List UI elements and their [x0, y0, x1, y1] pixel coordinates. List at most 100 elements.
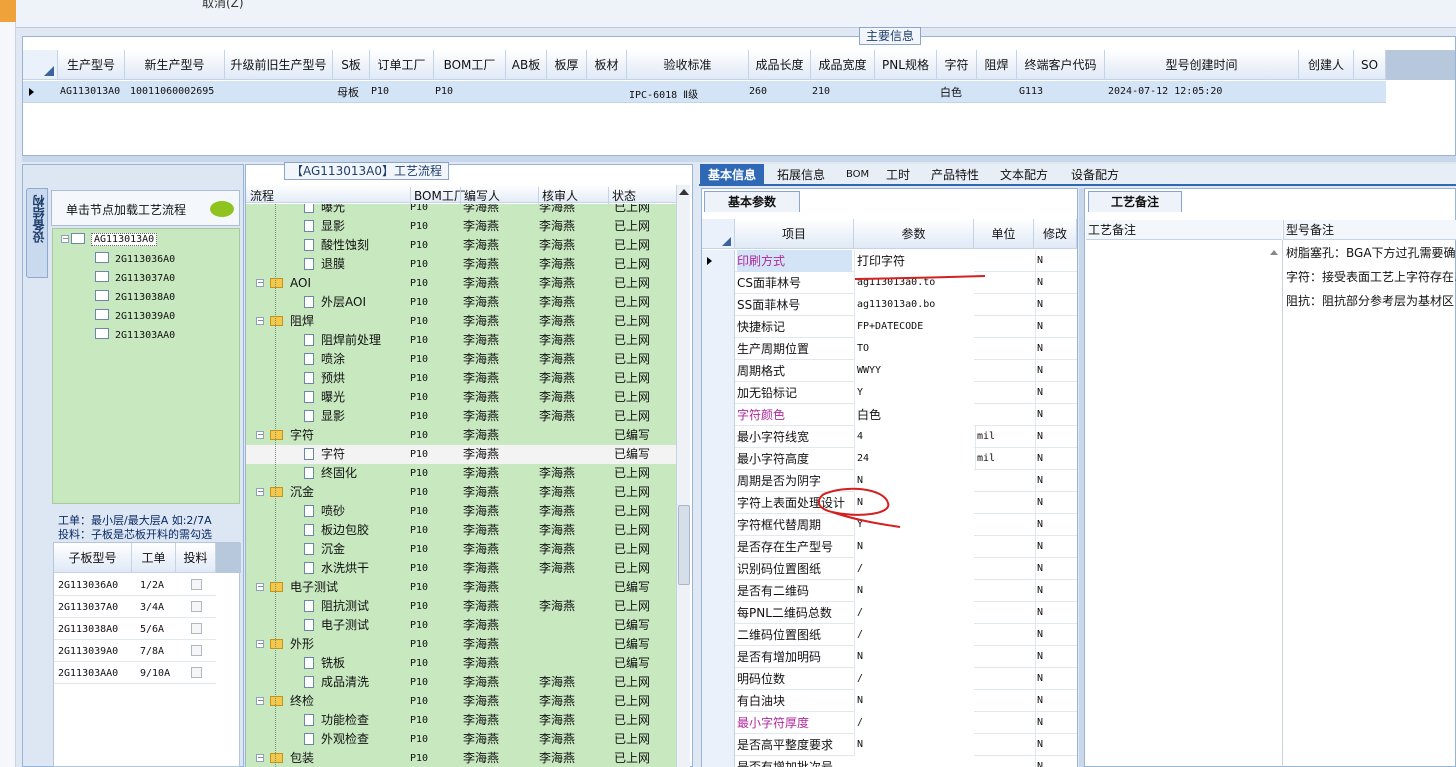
param-row[interactable]: 加无铅标记 Y N — [702, 382, 1077, 404]
param-value[interactable]: Y — [854, 382, 974, 404]
col-header[interactable]: 修改 — [1034, 219, 1077, 249]
param-row[interactable]: 有白油块 N N — [702, 690, 1077, 712]
col-header[interactable]: 项目 — [735, 219, 854, 249]
param-row[interactable]: 每PNL二维码总数 / N — [702, 602, 1077, 624]
process-row[interactable]: − 终检 P10 李海燕 李海燕 已上网 — [246, 692, 676, 711]
vertical-tab-device-structure[interactable]: 设备结构 — [26, 188, 48, 278]
table-row[interactable]: 2G113038A0 5/6A — [54, 618, 216, 640]
process-row[interactable]: 成品清洗 P10 李海燕 李海燕 已上网 — [246, 673, 676, 692]
tab-product-features[interactable]: 产品特性 — [923, 164, 987, 186]
tab-basic-info[interactable]: 基本信息 — [700, 164, 765, 186]
param-value[interactable]: 4 — [854, 426, 974, 448]
param-row[interactable]: 明码位数 / N — [702, 668, 1077, 690]
col-header[interactable]: 核审人 — [538, 187, 608, 204]
process-row[interactable]: 板边包胶 P10 李海燕 李海燕 已上网 — [246, 521, 676, 540]
param-row[interactable]: 字符颜色 白色 N — [702, 404, 1077, 426]
col-header[interactable]: 流程 — [250, 187, 274, 204]
process-row[interactable]: 阻抗测试 P10 李海燕 李海燕 已上网 — [246, 597, 676, 616]
col-header[interactable]: 新生产型号 — [125, 50, 225, 80]
col-header[interactable]: BOM工厂 — [434, 50, 506, 80]
param-row[interactable]: 快捷标记 FP+DATECODE N — [702, 316, 1077, 338]
param-value[interactable]: 白色 — [854, 404, 974, 426]
param-value[interactable]: ag113013a0.to — [854, 272, 974, 294]
param-row[interactable]: 识别码位置图纸 / N — [702, 558, 1077, 580]
col-header[interactable]: 订单工厂 — [370, 50, 434, 80]
process-row[interactable]: 外层AOI P10 李海燕 李海燕 已上网 — [246, 293, 676, 312]
tab-bom[interactable]: BOM — [838, 164, 877, 186]
collapse-icon[interactable]: − — [61, 235, 69, 243]
param-row[interactable]: 最小字符线宽 4 mil N — [702, 426, 1077, 448]
process-row[interactable]: − 外形 P10 李海燕 已编写 — [246, 635, 676, 654]
col-header[interactable]: 状态 — [608, 187, 636, 204]
param-value[interactable]: / — [854, 624, 974, 646]
param-row[interactable]: 字符框代替周期 Y N — [702, 514, 1077, 536]
feed-checkbox[interactable] — [191, 645, 202, 656]
col-header[interactable]: 工单 — [132, 543, 176, 573]
process-row[interactable]: 阻焊前处理 P10 李海燕 李海燕 已上网 — [246, 331, 676, 350]
col-header[interactable]: 编写人 — [460, 187, 538, 204]
process-row[interactable]: − 沉金 P10 李海燕 李海燕 已上网 — [246, 483, 676, 502]
param-value[interactable]: N — [854, 492, 974, 514]
col-header[interactable]: 板材 — [587, 50, 627, 80]
process-row[interactable]: − 包装 P10 李海燕 李海燕 已上网 — [246, 749, 676, 767]
feed-checkbox[interactable] — [191, 601, 202, 612]
col-header[interactable]: 单位 — [974, 219, 1034, 249]
param-value[interactable]: WWYY — [854, 360, 974, 382]
process-row[interactable]: 显影 P10 李海燕 李海燕 已上网 — [246, 407, 676, 426]
col-header[interactable]: 成品宽度 — [811, 50, 875, 80]
param-value[interactable]: / — [854, 668, 974, 690]
process-row[interactable]: 曝光 P10 李海燕 李海燕 已上网 — [246, 204, 676, 217]
process-row[interactable]: 显影 P10 李海燕 李海燕 已上网 — [246, 217, 676, 236]
tab-text-recipe[interactable]: 文本配方 — [992, 164, 1056, 186]
feed-checkbox[interactable] — [191, 667, 202, 678]
process-row[interactable]: 退膜 P10 李海燕 李海燕 已上网 — [246, 255, 676, 274]
note-scroll-up-icon[interactable] — [1270, 250, 1278, 255]
col-header[interactable]: 成品长度 — [749, 50, 811, 80]
col-header[interactable]: 板厚 — [547, 50, 587, 80]
table-row[interactable]: 2G113039A0 7/8A — [54, 640, 216, 662]
param-row[interactable]: 是否存在生产型号 N N — [702, 536, 1077, 558]
collapse-icon[interactable]: − — [256, 317, 264, 325]
col-header[interactable]: 投料 — [176, 543, 216, 573]
col-header[interactable]: 参数 — [854, 219, 974, 249]
param-row[interactable]: 周期格式 WWYY N — [702, 360, 1077, 382]
param-value[interactable]: TO — [854, 338, 974, 360]
param-row[interactable]: 二维码位置图纸 / N — [702, 624, 1077, 646]
col-header[interactable]: 子板型号 — [54, 543, 132, 573]
process-row[interactable]: 字符 P10 李海燕 已编写 — [246, 445, 676, 464]
load-process-button[interactable]: 单击节点加载工艺流程 — [51, 190, 240, 226]
tree-child[interactable]: 2G11303AA0 — [95, 325, 175, 344]
col-header[interactable]: 型号创建时间 — [1105, 50, 1299, 80]
param-row[interactable]: 印刷方式 打印字符 N — [702, 250, 1077, 272]
tab-work-hours[interactable]: 工时 — [878, 164, 918, 186]
param-value[interactable]: Y — [854, 514, 974, 536]
feed-checkbox[interactable] — [191, 579, 202, 590]
col-header[interactable]: 创建人 — [1299, 50, 1354, 80]
process-row[interactable]: 铣板 P10 李海燕 已编写 — [246, 654, 676, 673]
process-row[interactable]: 预烘 P10 李海燕 李海燕 已上网 — [246, 369, 676, 388]
process-row[interactable]: − 电子测试 P10 李海燕 已编写 — [246, 578, 676, 597]
tree-child[interactable]: 2G113037A0 — [95, 268, 175, 287]
collapse-icon[interactable]: − — [256, 697, 264, 705]
tab-equipment-recipe[interactable]: 设备配方 — [1063, 164, 1127, 186]
param-row[interactable]: 是否有增加明码 N N — [702, 646, 1077, 668]
process-row[interactable]: 终固化 P10 李海燕 李海燕 已上网 — [246, 464, 676, 483]
col-header[interactable]: 生产型号 — [58, 50, 125, 80]
collapse-icon[interactable]: − — [256, 640, 264, 648]
col-header[interactable]: S板 — [333, 50, 370, 80]
col-header[interactable]: 阻焊 — [977, 50, 1017, 80]
param-value[interactable]: N — [854, 536, 974, 558]
param-value[interactable]: N — [854, 470, 974, 492]
param-value[interactable]: FP+DATECODE — [854, 316, 974, 338]
param-row[interactable]: 是否有二维码 N N — [702, 580, 1077, 602]
process-row[interactable]: 喷涂 P10 李海燕 李海燕 已上网 — [246, 350, 676, 369]
param-value[interactable]: 打印字符 — [854, 250, 974, 272]
param-row[interactable]: 周期是否为阴字 N N — [702, 470, 1077, 492]
process-row[interactable]: 曝光 P10 李海燕 李海燕 已上网 — [246, 388, 676, 407]
col-header[interactable]: PNL规格 — [875, 50, 937, 80]
collapse-icon[interactable]: − — [256, 431, 264, 439]
table-row[interactable]: AG113013A0 10011060002695 母板 P10 P10 IPC… — [23, 81, 1386, 103]
collapse-icon[interactable]: − — [256, 583, 264, 591]
col-header[interactable]: 字符 — [937, 50, 977, 80]
process-row[interactable]: 功能检查 P10 李海燕 李海燕 已上网 — [246, 711, 676, 730]
